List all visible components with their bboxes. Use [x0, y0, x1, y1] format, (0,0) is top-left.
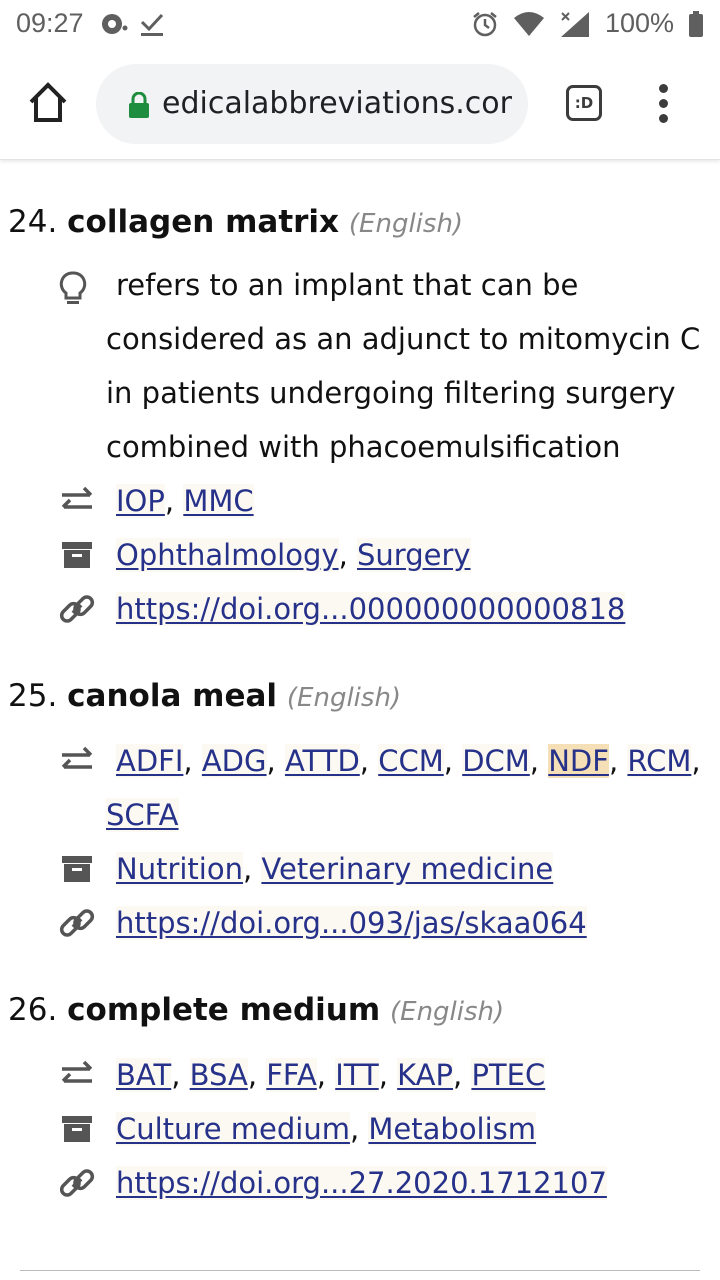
battery-percent: 100%	[604, 8, 674, 38]
swap-icon	[61, 1060, 93, 1083]
alarm-icon	[473, 11, 497, 36]
abbreviation-link[interactable]: KAP	[397, 1058, 453, 1092]
entry-number: 26.	[8, 992, 58, 1028]
abbreviation-links: ADFI, ADG, ATTD, CCM, DCM, NDF, RCM, SCF…	[106, 744, 701, 832]
lightbulb-icon	[59, 271, 87, 304]
home-icon[interactable]	[26, 80, 70, 124]
abbreviation-link[interactable]: RCM	[627, 744, 692, 778]
divider	[20, 1270, 700, 1271]
category-link[interactable]: Ophthalmology	[116, 538, 339, 572]
status-right: 100%	[471, 8, 704, 39]
abbreviation-link-highlighted[interactable]: NDF	[548, 744, 609, 778]
signal-icon	[560, 11, 589, 37]
status-bar: 09:27 100%	[0, 0, 720, 48]
definition-line: considered as an adjunct to mitomycin C	[106, 322, 701, 356]
wifi-icon	[513, 11, 544, 36]
archive-icon	[62, 542, 92, 568]
abbreviation-link[interactable]: ITT	[335, 1058, 379, 1092]
abbreviation-links: IOP, MMC	[116, 484, 254, 518]
abbreviation-link[interactable]: PTEC	[471, 1058, 546, 1092]
battery-icon	[689, 10, 703, 37]
link-icon	[59, 1169, 95, 1197]
notification-icon	[102, 14, 128, 34]
abbreviation-link[interactable]: SCFA	[106, 798, 179, 832]
definition-line: in patients undergoing filtering surgery	[106, 376, 676, 410]
link-icon	[59, 909, 95, 937]
browser-toolbar: edicalabbreviations.com :D	[0, 48, 720, 160]
entry-header: 25. canola meal (English)	[8, 674, 401, 720]
source-link[interactable]: https://doi.org...27.2020.1712107	[116, 1166, 607, 1200]
category-links: Culture medium, Metabolism	[116, 1112, 537, 1146]
abbreviation-link[interactable]: IOP	[116, 484, 165, 518]
address-bar[interactable]: edicalabbreviations.com	[96, 64, 528, 144]
entry-language: (English)	[348, 209, 464, 239]
source-link[interactable]: https://doi.org...000000000000818	[116, 592, 626, 626]
source-link-container: https://doi.org...093/jas/skaa064	[106, 896, 706, 950]
abbreviation-link[interactable]: BAT	[116, 1058, 172, 1092]
tab-switcher-button[interactable]: :D	[566, 85, 602, 121]
category-links: Ophthalmology, Surgery	[116, 538, 471, 572]
source-link[interactable]: https://doi.org...093/jas/skaa064	[116, 906, 587, 940]
archive-icon	[62, 856, 92, 882]
category-link[interactable]: Culture medium	[116, 1112, 350, 1146]
entry-term[interactable]: complete medium	[67, 992, 380, 1028]
category-links: Nutrition, Veterinary medicine	[116, 852, 554, 886]
definition-line: combined with phacoemulsification	[106, 430, 621, 464]
abbreviation-link[interactable]: ATTD	[284, 744, 360, 778]
overflow-menu-icon[interactable]	[652, 84, 676, 124]
entry-header: 26. complete medium (English)	[8, 988, 504, 1034]
abbreviation-link[interactable]: ADG	[201, 744, 267, 778]
abbreviation-link[interactable]: FFA	[266, 1058, 317, 1092]
swap-icon	[61, 746, 93, 769]
entry-header: 24. collagen matrix (English)	[8, 200, 463, 246]
status-time: 09:27	[16, 8, 84, 38]
source-link-container: https://doi.org...000000000000818	[106, 582, 706, 636]
entry-definition: refers to an implant that can be conside…	[106, 258, 706, 474]
source-link-container: https://doi.org...27.2020.1712107	[106, 1156, 706, 1210]
url-text[interactable]: edicalabbreviations.com	[162, 86, 512, 121]
download-done-icon	[140, 13, 164, 36]
abbreviation-link[interactable]: BSA	[189, 1058, 248, 1092]
swap-icon	[61, 486, 93, 509]
abbreviation-link[interactable]: MMC	[183, 484, 254, 518]
abbreviation-link[interactable]: ADFI	[116, 744, 184, 778]
definition-line: refers to an implant that can be	[116, 268, 579, 302]
link-icon	[59, 595, 95, 623]
category-link[interactable]: Metabolism	[368, 1112, 537, 1146]
abbreviation-link[interactable]: CCM	[378, 744, 444, 778]
entry-number: 24.	[8, 204, 58, 240]
entry-term[interactable]: collagen matrix	[67, 204, 339, 240]
abbreviation-links: BAT, BSA, FFA, ITT, KAP, PTEC	[116, 1058, 546, 1092]
notification-icons	[100, 10, 166, 38]
entry-term[interactable]: canola meal	[67, 678, 277, 714]
lock-icon	[129, 92, 149, 118]
abbreviation-link[interactable]: DCM	[462, 744, 530, 778]
entry-language: (English)	[286, 683, 402, 713]
category-link[interactable]: Nutrition	[116, 852, 243, 886]
entry-number: 25.	[8, 678, 58, 714]
category-link[interactable]: Veterinary medicine	[261, 852, 554, 886]
category-link[interactable]: Surgery	[357, 538, 471, 572]
entry-language: (English)	[390, 997, 505, 1027]
archive-icon	[62, 1116, 92, 1142]
